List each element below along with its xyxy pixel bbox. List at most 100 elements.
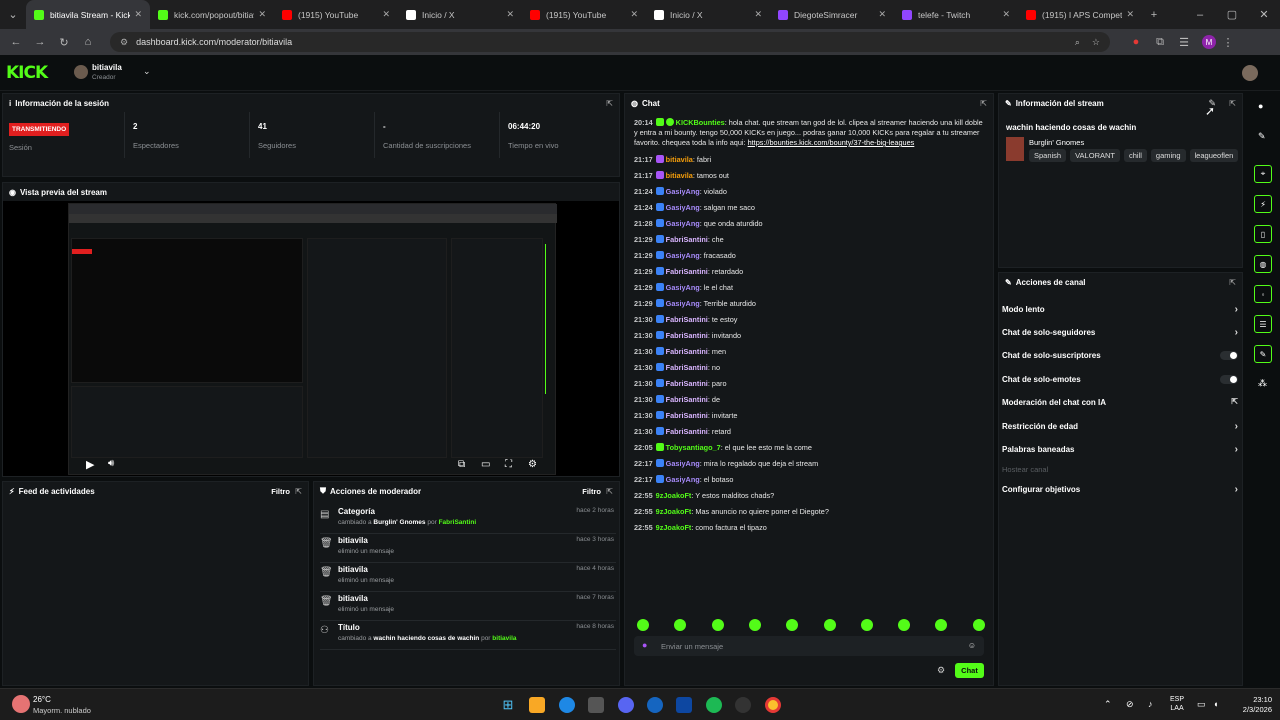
channel-action-4[interactable]: Moderación del chat con IA ⇱ [1002, 397, 1238, 407]
chat-username[interactable]: FabriSantini [666, 347, 708, 356]
url-bar[interactable]: ⚙ dashboard.kick.com/moderator/bitiavila… [110, 32, 1110, 52]
channel-action-1[interactable]: Chat de solo-seguidores › [1002, 327, 1238, 338]
stream-tag[interactable]: VALORANT [1070, 149, 1120, 162]
chat-send-button[interactable]: Chat [955, 663, 984, 678]
chat-username[interactable]: GasiyAng [666, 203, 700, 212]
forward-icon[interactable]: → [28, 36, 52, 48]
browser-tab[interactable]: (1915) YouTube ✕ [274, 0, 398, 29]
stream-tag[interactable]: leagueoflen [1189, 149, 1239, 162]
chat-username[interactable]: KICKBounties [676, 118, 725, 127]
edge-icon[interactable] [559, 697, 575, 713]
tray-mic-icon[interactable]: ♪ [1148, 699, 1153, 709]
chat-username[interactable]: FabriSantini [666, 267, 708, 276]
discord-icon[interactable] [618, 697, 634, 713]
actions-popout-icon[interactable]: ⇱ [1229, 278, 1236, 287]
feed-filter-button[interactable]: Filtro [271, 487, 290, 496]
stream-tag[interactable]: chill [1123, 149, 1147, 162]
channel-action-2[interactable]: Chat de solo-suscriptores [1002, 351, 1238, 360]
emote-button[interactable] [972, 619, 985, 631]
toggle-switch[interactable] [1220, 375, 1238, 384]
browser-tab[interactable]: Inicio / X ✕ [398, 0, 522, 29]
settings-gear-icon[interactable]: ⚙ [528, 459, 537, 470]
chat-username[interactable]: GasiyAng [666, 299, 700, 308]
weather-icon[interactable] [12, 695, 30, 713]
sidebar-pencil-icon[interactable]: ✎ [1258, 131, 1266, 142]
chat-username[interactable]: GasiyAng [666, 219, 700, 228]
maximize-button[interactable]: ▢ [1216, 8, 1248, 21]
fullscreen-icon[interactable]: ⛶ [505, 459, 512, 470]
chat-username[interactable]: 9zJoakoFt [656, 491, 692, 500]
sidebar-broadcast-button[interactable]: ◦ [1254, 285, 1272, 303]
tray-display-icon[interactable]: ▭ [1197, 699, 1206, 710]
mod-filter-button[interactable]: Filtro [582, 487, 601, 496]
tray-volume-icon[interactable]: ◖ [1213, 699, 1218, 709]
bounty-link[interactable]: https://bounties.kick.com/bounty/37-the-… [748, 138, 915, 147]
tray-chevron-icon[interactable]: ⌃ [1104, 699, 1112, 710]
chat-username[interactable]: FabriSantini [666, 331, 708, 340]
steam-icon[interactable] [676, 697, 692, 713]
site-info-icon[interactable]: ⚙ [120, 37, 128, 48]
sidebar-list-button[interactable]: ☰ [1254, 315, 1272, 333]
user-avatar[interactable] [1242, 65, 1258, 81]
kick-logo[interactable]: KICK [6, 63, 48, 83]
browser-tab[interactable]: (1915) YouTube ✕ [522, 0, 646, 29]
close-tab-icon[interactable]: ✕ [1002, 9, 1010, 20]
store-icon[interactable] [588, 697, 604, 713]
chat-username[interactable]: Tobysantiago_7 [666, 443, 721, 452]
chat-username[interactable]: GasiyAng [666, 459, 700, 468]
emote-button[interactable] [898, 619, 911, 631]
close-tab-icon[interactable]: ✕ [382, 9, 390, 20]
chat-username[interactable]: 9zJoakoFt [656, 507, 692, 516]
stream-info-popout-icon[interactable]: ⇱ [1229, 99, 1236, 108]
clock[interactable]: 23:10 2/3/2026 [1232, 695, 1272, 715]
chat-username[interactable]: FabriSantini [666, 363, 708, 372]
emoji-icon[interactable]: ☺ [968, 641, 976, 650]
channel-action-3[interactable]: Chat de solo-emotes [1002, 375, 1238, 384]
back-icon[interactable]: ← [4, 36, 28, 48]
play-icon[interactable]: ▶ [86, 458, 94, 471]
chat-popout-icon[interactable]: ⇱ [980, 99, 987, 108]
extensions-puzzle-icon[interactable]: ⧉ [1148, 36, 1172, 49]
stream-video[interactable] [68, 203, 557, 475]
chat-username[interactable]: FabriSantini [666, 235, 708, 244]
chat-username[interactable]: FabriSantini [666, 395, 708, 404]
reload-icon[interactable]: ↻ [52, 36, 76, 49]
mod-detail-user[interactable]: FabriSantini [439, 519, 477, 526]
chat-username[interactable]: GasiyAng [666, 475, 700, 484]
browser-tab[interactable]: bitiavila Stream - Kick ✕ [26, 0, 150, 29]
tab-search-icon[interactable]: ⌄ [0, 8, 26, 21]
emote-button[interactable] [711, 619, 724, 631]
emote-button[interactable] [637, 619, 649, 631]
mod-popout-icon[interactable]: ⇱ [606, 487, 613, 496]
close-tab-icon[interactable]: ✕ [134, 9, 142, 20]
channel-switch-chevron-icon[interactable]: ⌄ [143, 66, 151, 77]
browser-tab[interactable]: DiegoteSimracer ✕ [770, 0, 894, 29]
pip-icon[interactable]: ⧉ [458, 459, 465, 470]
popout-icon[interactable]: ⇱ [606, 99, 613, 108]
toggle-switch[interactable] [1220, 351, 1238, 360]
volume-icon[interactable]: 🔊︎ [108, 458, 114, 469]
browser-tab[interactable]: telefe - Twitch ✕ [894, 0, 1018, 29]
chat-username[interactable]: GasiyAng [666, 251, 700, 260]
close-tab-icon[interactable]: ✕ [506, 9, 514, 20]
mic-icon[interactable]: ● [642, 640, 647, 650]
browser-tab[interactable]: Inicio / X ✕ [646, 0, 770, 29]
chat-username[interactable]: FabriSantini [666, 315, 708, 324]
chat-username[interactable]: bitiavila [666, 171, 693, 180]
profile-avatar[interactable]: M [1202, 35, 1216, 49]
sidebar-chat-button[interactable]: ◍ [1254, 255, 1272, 273]
close-tab-icon[interactable]: ✕ [878, 9, 886, 20]
chat-username[interactable]: bitiavila [666, 155, 693, 164]
chrome-icon[interactable] [765, 697, 781, 713]
channel-action-8[interactable]: Configurar objetivos › [1002, 484, 1238, 495]
file-explorer-icon[interactable] [529, 697, 545, 713]
close-tab-icon[interactable]: ✕ [754, 9, 762, 20]
close-window-button[interactable]: ✕ [1248, 8, 1280, 21]
chat-username[interactable]: 9zJoakoFt [656, 523, 692, 532]
channel-action-5[interactable]: Restricción de edad › [1002, 421, 1238, 432]
stream-tag[interactable]: gaming [1150, 149, 1186, 162]
browser-tab[interactable]: (1915) I APS Compet ✕ [1018, 0, 1142, 29]
chat-username[interactable]: FabriSantini [666, 379, 708, 388]
feed-popout-icon[interactable]: ⇱ [295, 487, 302, 496]
stream-tag[interactable]: Spanish [1029, 149, 1067, 162]
